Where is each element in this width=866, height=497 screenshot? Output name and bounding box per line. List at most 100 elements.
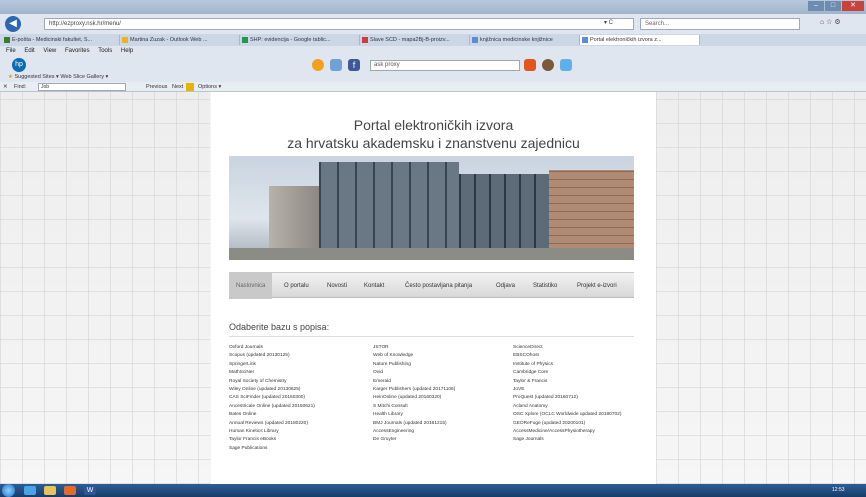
database-link[interactable]: JoVE [513,386,653,394]
minimize-button[interactable]: – [808,1,824,11]
nav-statistiko[interactable]: Statistiko [533,273,557,299]
close-find-icon[interactable]: ✕ [3,82,8,92]
database-link[interactable]: JSTOR [373,344,513,352]
draw-icon[interactable] [560,59,572,71]
database-link[interactable]: Cambridge Core [513,369,653,377]
menu-help[interactable]: Help [121,48,133,54]
find-options-button[interactable]: Options ▾ [198,82,221,92]
file-explorer-icon[interactable] [44,486,56,495]
nav-o-portalu[interactable]: O portalu [284,273,309,299]
database-link[interactable]: Scopus (updated 20130125) [229,352,369,360]
database-link[interactable]: Nature Publishing [373,361,513,369]
tab-portal[interactable]: Portal elektroničkih izvora z... [580,35,700,45]
database-link[interactable]: ProQuest (updated 20160712) [513,394,653,402]
database-link[interactable]: SpringerLink [229,361,369,369]
database-link[interactable]: EBSCOhost [513,352,653,360]
database-link[interactable]: Sage Journals [513,436,653,444]
database-link[interactable]: Wiley Online (updated 20130625) [229,386,369,394]
database-link[interactable]: Annual Reviews (updated 20180220) [229,420,369,428]
database-link[interactable]: AccessMedicine/AccessPhysiotherapy [513,428,653,436]
window-titlebar: – □ ✕ [0,0,866,14]
database-link[interactable]: MathSciNet [229,369,369,377]
nav-kontakt[interactable]: Kontakt [364,273,384,299]
hero-ground [229,248,634,260]
database-link[interactable]: Health Library [373,411,513,419]
database-link[interactable]: GEOReFuge (updated 20200101) [513,420,653,428]
database-link[interactable]: Human Kinetics Library [229,428,369,436]
background-building-left [0,92,210,484]
database-column-1: Oxford Journals Scopus (updated 20130125… [229,344,369,453]
tab-email[interactable]: E-pošta - Medicinski fakultet, S... [2,35,120,45]
database-link[interactable]: Emerald [373,378,513,386]
database-link[interactable]: Oxford Journals [229,344,369,352]
database-link[interactable]: Bates Online [229,411,369,419]
database-link[interactable]: Acland Anatomy [513,403,653,411]
refresh-icon[interactable]: ▾ C [604,18,613,28]
database-link[interactable]: AccessEngineering [373,428,513,436]
search-go-icon[interactable] [524,59,536,71]
tab-outlook[interactable]: Martina Zuzak - Outlook Web ... [120,35,240,45]
database-link[interactable]: Taylor Francis eBooks [229,436,369,444]
library-icon [472,37,478,43]
maximize-button[interactable]: □ [825,1,841,11]
address-bar[interactable]: http://ezproxy.nsk.hr/menu/ [44,18,634,30]
find-input[interactable]: Job [38,83,126,91]
nav-naslovnica[interactable]: Naslovnica [229,273,273,299]
tab-label: Slave SCD - mapa2Bj-B-proizv... [370,37,450,43]
hp-logo-icon[interactable]: hp [12,58,26,72]
database-link[interactable]: OSC Xplore (OCLC Worldwide updated 20180… [513,411,653,419]
web-page: Portal elektroničkih izvora za hrvatsku … [0,92,866,484]
database-link[interactable]: Web of Knowledge [373,352,513,360]
database-link[interactable]: Royal Society of Chemistry [229,378,369,386]
database-link[interactable]: Institute of Physics [513,361,653,369]
main-navigation: Naslovnica O portalu Novosti Kontakt Čes… [229,272,634,299]
home-star-gear-icons[interactable]: ⌂ ☆ ⚙ [820,18,841,26]
nav-cesto-postavljana-pitanja[interactable]: Često postavljana pitanja [405,273,472,299]
internet-explorer-icon[interactable] [24,486,36,495]
start-button[interactable] [2,484,15,497]
database-link[interactable]: BMJ Journals (updated 20161215) [373,420,513,428]
media-player-icon[interactable] [64,486,76,495]
database-link[interactable]: Taylor & Francis [513,378,653,386]
tab-library[interactable]: knjižnica medicinske knjižnice [470,35,580,45]
close-window-button[interactable]: ✕ [842,1,864,11]
portal-content: Portal elektroničkih izvora za hrvatsku … [211,92,656,484]
nav-projekt-e-izvori[interactable]: Projekt e-izvori [577,273,617,299]
pet-icon[interactable] [542,59,554,71]
menu-edit[interactable]: Edit [24,48,34,54]
find-previous-button[interactable]: Previous [146,82,167,92]
nav-odjava[interactable]: Odjava [496,273,515,299]
database-link[interactable]: ScienceDirect [513,344,653,352]
browser-chrome: – □ ✕ ◀ http://ezproxy.nsk.hr/menu/ ▾ C … [0,0,866,92]
favorites-bar: ★ Suggested Sites ▾ Web Slice Gallery ▾ [0,72,866,82]
page-subtitle: za hrvatsku akademsku i znanstvenu zajed… [287,135,580,151]
tab-slave[interactable]: Slave SCD - mapa2Bj-B-proizv... [360,35,470,45]
weather-icon[interactable] [312,59,324,71]
facebook-icon[interactable]: f [348,59,360,71]
menu-tools[interactable]: Tools [98,48,112,54]
database-link[interactable]: HeinOnline (updated 20160320) [373,394,513,402]
shopping-icon[interactable] [330,59,342,71]
highlight-icon[interactable] [186,83,194,91]
database-link[interactable]: Ancestricale Online (updated 20150621) [229,403,369,411]
portal-icon [582,37,588,43]
menu-view[interactable]: View [43,48,56,54]
database-link[interactable]: De Gruyter [373,436,513,444]
database-link[interactable]: Sage Publications [229,445,369,453]
find-next-button[interactable]: Next [172,82,183,92]
favorites-links[interactable]: Suggested Sites ▾ Web Slice Gallery ▾ [14,74,108,80]
menu-favorites[interactable]: Favorites [65,48,90,54]
find-bar: ✕ Find: Job Previous Next Options ▾ [0,82,866,92]
database-link[interactable]: CAS SciFinder (updated 20160300) [229,394,369,402]
word-icon[interactable]: W [84,486,96,495]
tab-google-sheet[interactable]: SHP: evidencija - Google tablic... [240,35,360,45]
database-link[interactable]: Ovid [373,369,513,377]
nav-novosti[interactable]: Novosti [327,273,347,299]
database-link[interactable]: S Mitchi Consult [373,403,513,411]
back-icon[interactable]: ◀ [5,16,21,32]
toolbar-search-input[interactable]: ask proxy [370,60,520,71]
browser-search-input[interactable]: Search... [640,18,800,30]
database-link[interactable]: Karger Publishers (updated 20171106) [373,386,513,394]
menu-file[interactable]: File [6,48,16,54]
outlook-icon [122,37,128,43]
